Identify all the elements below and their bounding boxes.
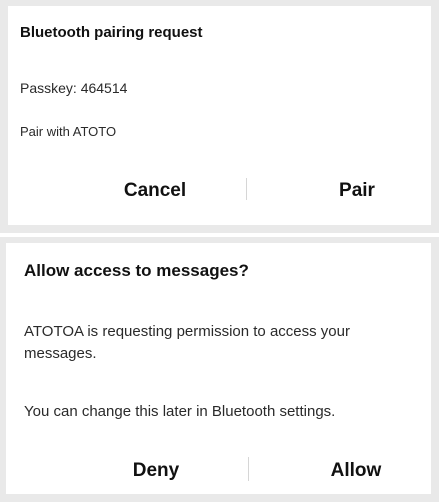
settings-note: You can change this later in Bluetooth s… <box>24 403 336 420</box>
button-divider <box>246 178 247 200</box>
message-access-dialog: Allow access to messages? ATOTOA is requ… <box>0 237 439 502</box>
pairing-dialog-title: Bluetooth pairing request <box>20 24 203 41</box>
bluetooth-pairing-dialog: Bluetooth pairing request Passkey: 46451… <box>0 0 439 233</box>
button-divider <box>248 457 249 481</box>
cancel-button[interactable]: Cancel <box>100 180 210 202</box>
access-dialog-title: Allow access to messages? <box>24 261 249 280</box>
access-request-message: ATOTOA is requesting permission to acces… <box>24 323 350 362</box>
passkey-text: Passkey: 464514 <box>20 80 128 96</box>
allow-button[interactable]: Allow <box>311 460 401 482</box>
deny-button[interactable]: Deny <box>106 460 206 482</box>
pair-with-text: Pair with ATOTO <box>20 124 117 139</box>
pair-button[interactable]: Pair <box>312 180 402 202</box>
